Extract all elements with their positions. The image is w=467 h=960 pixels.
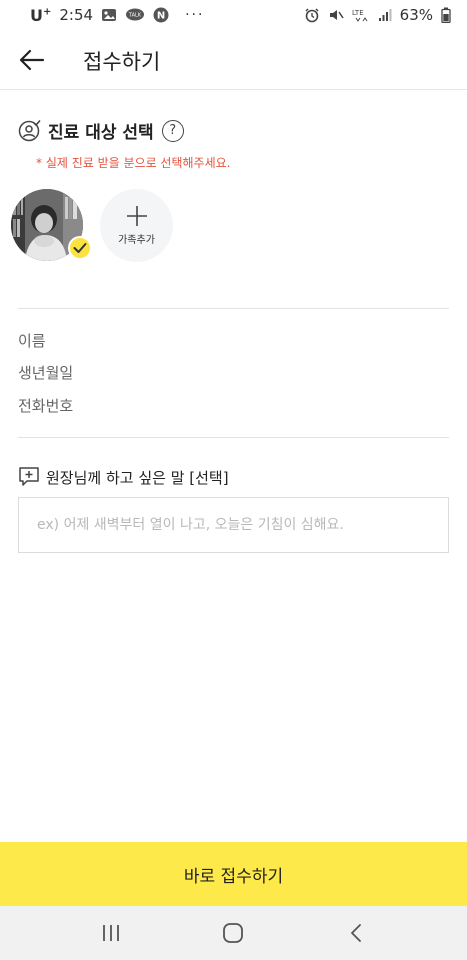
- add-family-label: 가족추가: [118, 235, 155, 246]
- patient-section-header: 진료 대상 선택 ?: [18, 118, 184, 143]
- battery-percent: 63%: [399, 6, 433, 24]
- signal-icon: [378, 8, 392, 22]
- memo-section-header: 원장님께 하고 싶은 말 [선택]: [18, 466, 229, 488]
- submit-button[interactable]: 바로 접수하기: [0, 842, 467, 906]
- carrier-text: U: [30, 5, 43, 25]
- talk-notification-icon: TALK: [125, 8, 145, 22]
- name-label: 이름: [18, 332, 46, 350]
- app-header: 접수하기: [0, 30, 467, 90]
- naver-notification-icon: N: [153, 7, 169, 23]
- plus-icon: [126, 206, 147, 226]
- system-back-button[interactable]: [336, 913, 376, 953]
- recent-apps-button[interactable]: [91, 913, 131, 953]
- phone-label: 전화번호: [18, 397, 74, 415]
- memo-title: 원장님께 하고 싶은 말 [선택]: [46, 468, 229, 487]
- mute-icon: [328, 7, 344, 23]
- back-button[interactable]: [18, 48, 46, 72]
- patient-notice: * 실제 진료 받을 분으로 선택해주세요.: [36, 156, 231, 170]
- carrier-sup: +: [43, 6, 52, 18]
- lte-icon: LTE: [352, 7, 370, 23]
- home-icon: [223, 923, 244, 943]
- gallery-notification-icon: [101, 8, 117, 22]
- message-plus-icon: [18, 466, 40, 488]
- home-button[interactable]: [213, 913, 253, 953]
- memo-input[interactable]: [18, 497, 449, 553]
- patient-avatar-button[interactable]: [11, 189, 92, 265]
- screen: U+ 2:54 TALK N ··· LTE 63% 접수하기 진료 대상 선택…: [0, 0, 467, 960]
- recent-apps-icon: [103, 925, 120, 941]
- question-circle-icon[interactable]: ?: [161, 119, 184, 142]
- system-nav-bar: [0, 906, 467, 960]
- page-title: 접수하기: [83, 50, 161, 74]
- naver-notif-text: N: [157, 11, 165, 22]
- arrow-left-icon: [19, 49, 45, 71]
- status-left: U+ 2:54 TALK N ···: [30, 6, 204, 25]
- more-notifications: ···: [185, 7, 205, 23]
- carrier-label: U+: [30, 6, 51, 25]
- divider: [18, 437, 449, 438]
- user-check-icon: [18, 119, 42, 143]
- add-family-button[interactable]: 가족추가: [100, 189, 173, 262]
- patient-section-title: 진료 대상 선택: [48, 123, 154, 143]
- status-right: LTE 63%: [304, 6, 451, 24]
- talk-notif-text: TALK: [128, 13, 142, 19]
- birth-label: 생년월일: [18, 364, 74, 382]
- clock: 2:54: [59, 6, 94, 24]
- selected-check-badge: [68, 236, 92, 260]
- divider: [18, 308, 449, 309]
- check-icon: [73, 243, 87, 253]
- battery-icon: [441, 7, 451, 23]
- status-bar: U+ 2:54 TALK N ··· LTE 63%: [0, 0, 467, 30]
- alarm-icon: [304, 7, 320, 23]
- chevron-left-icon: [350, 924, 361, 942]
- lte-text: LTE: [352, 9, 364, 17]
